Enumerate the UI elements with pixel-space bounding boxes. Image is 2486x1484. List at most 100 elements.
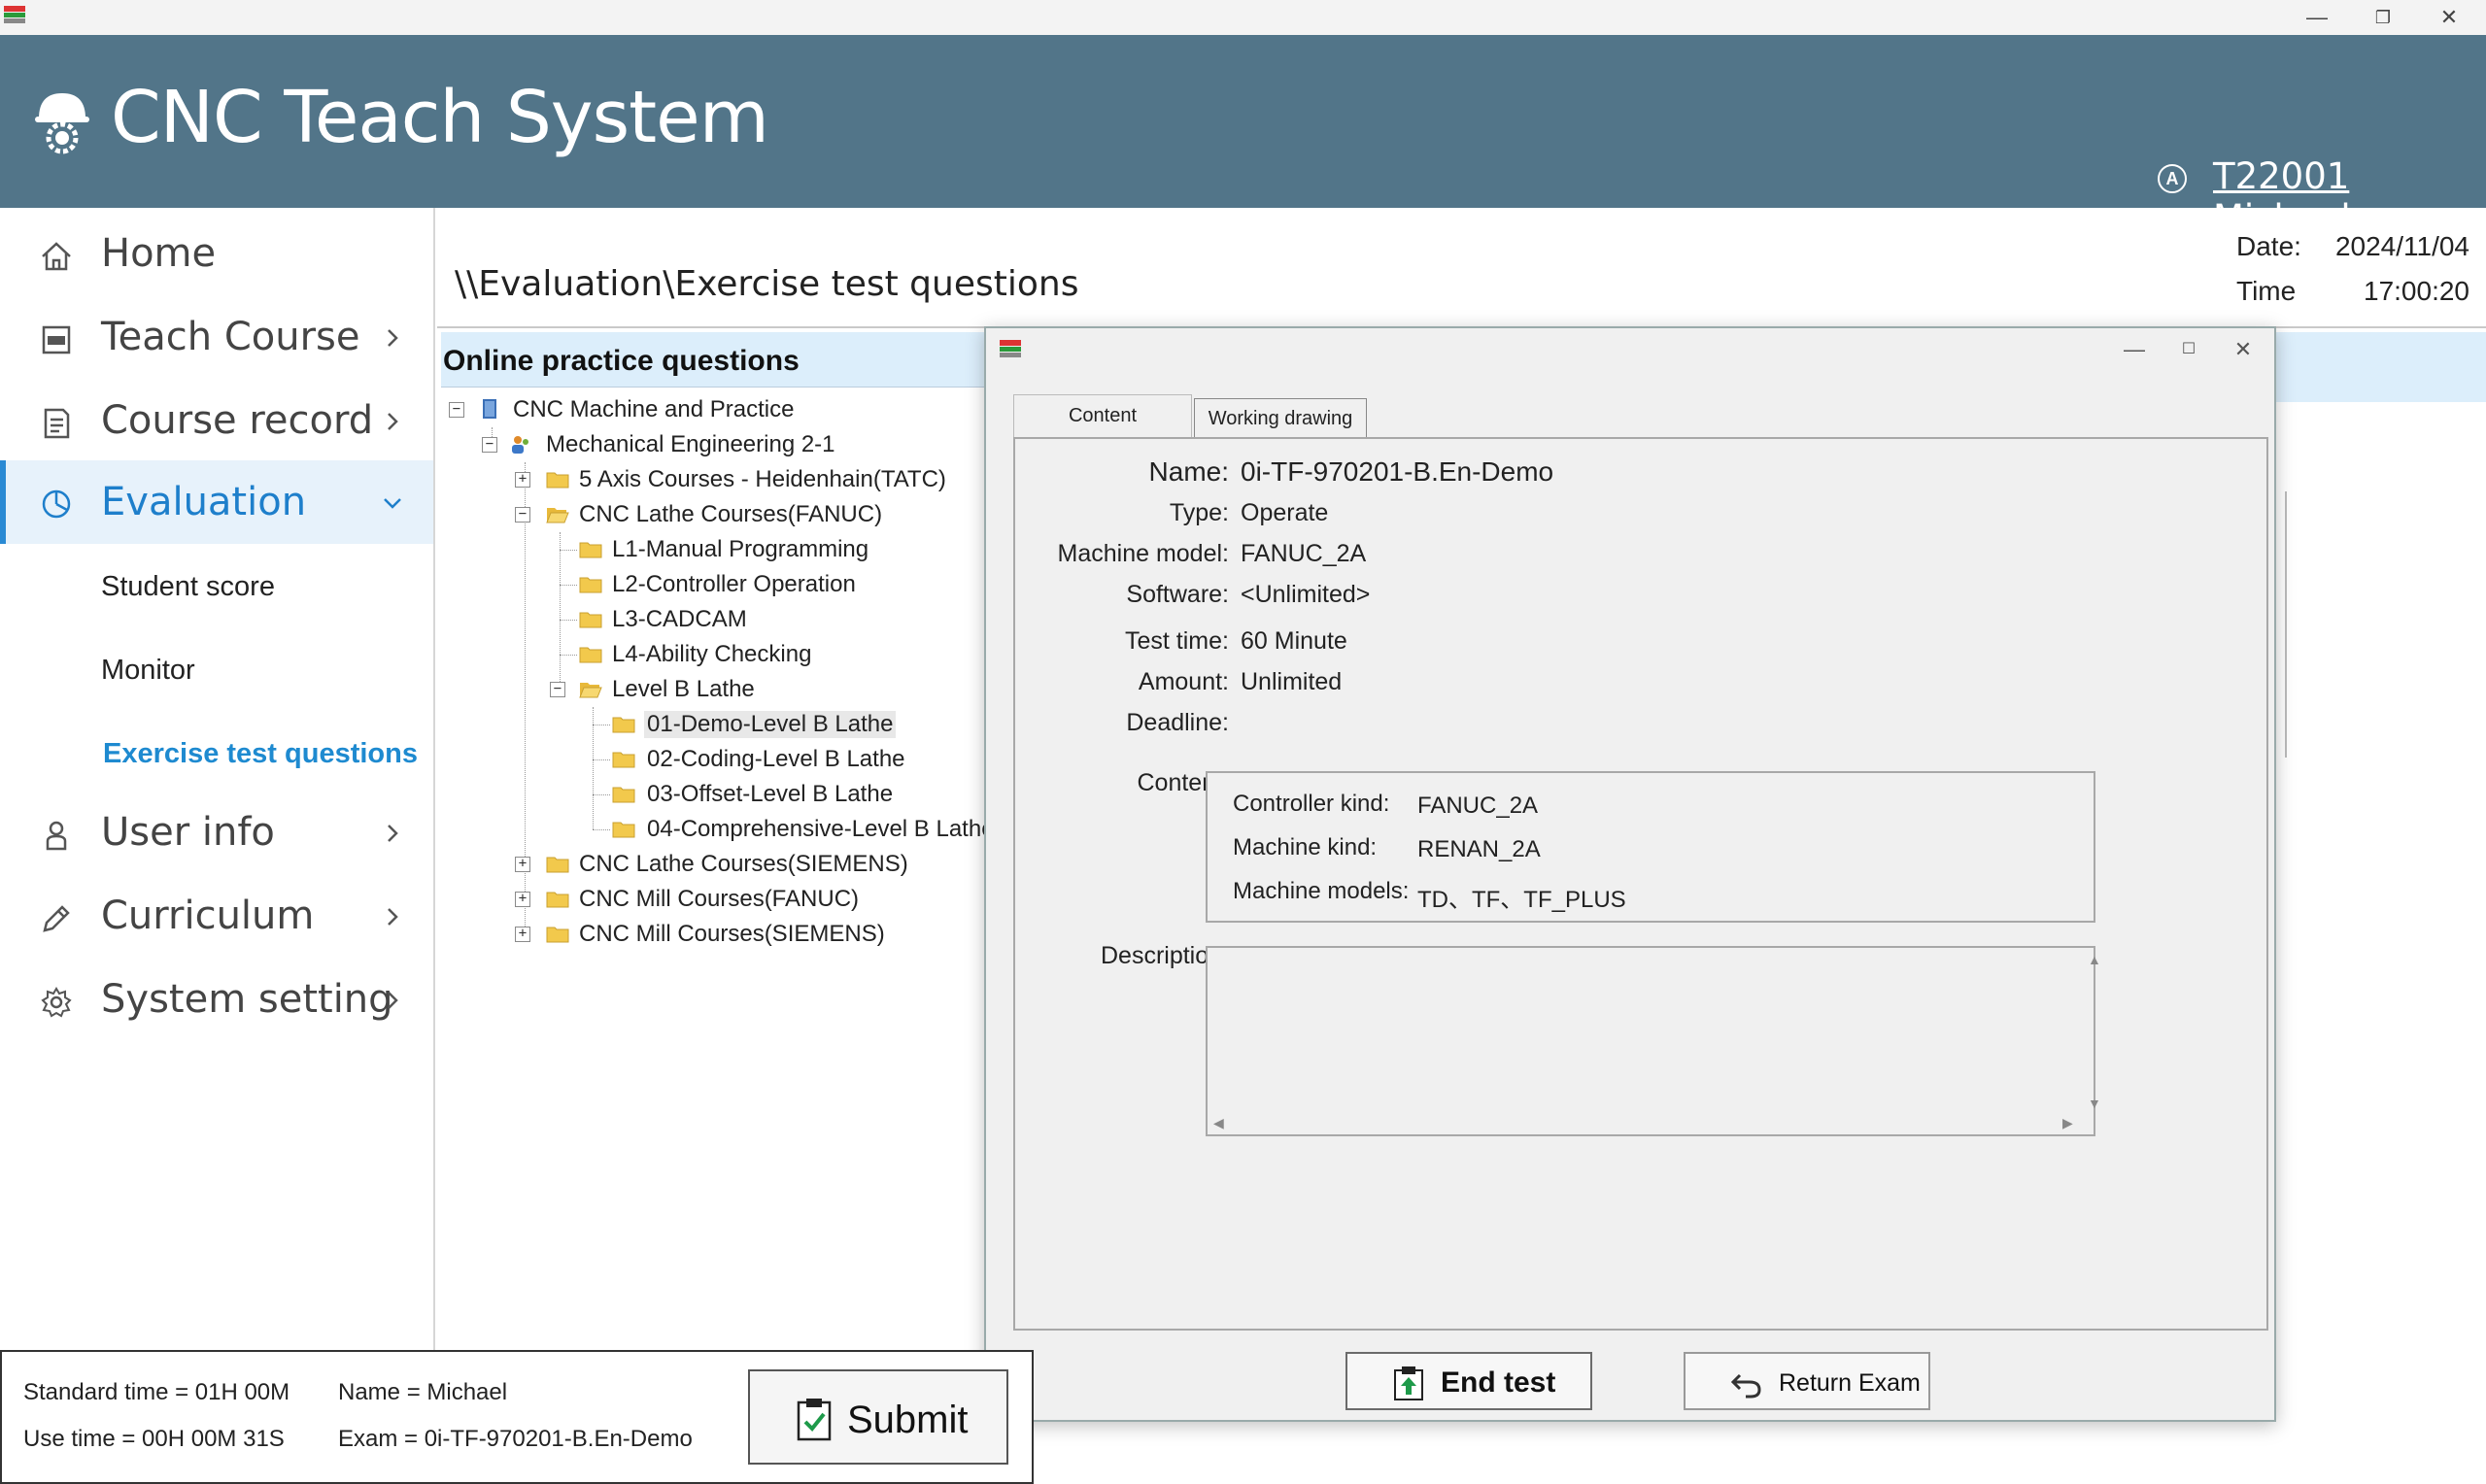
folder-icon [612, 787, 635, 803]
description-textarea[interactable] [1206, 946, 2095, 1136]
nav-label: Course record [101, 398, 374, 443]
sidebar: Home Teach Course Course record Evaluati… [0, 208, 435, 1350]
chevron-down-icon [384, 498, 401, 509]
nav-home[interactable]: Home [0, 216, 433, 293]
scroll-down-icon[interactable]: ▼ [2088, 1096, 2101, 1111]
book-icon [483, 399, 496, 419]
collapse-icon[interactable]: − [550, 682, 565, 697]
scroll-right-icon[interactable]: ▶ [2062, 1115, 2073, 1131]
dialog-minimize-button[interactable]: — [2107, 332, 2162, 367]
restore-button[interactable]: ❐ [2350, 0, 2416, 35]
divider [441, 387, 987, 388]
cnc-app-icon [4, 6, 25, 23]
home-icon [42, 242, 71, 271]
gear-icon [41, 987, 72, 1018]
helmet-logo-icon [35, 93, 89, 154]
folder-icon [579, 577, 602, 593]
machine-model-value: FANUC_2A [1241, 540, 1367, 567]
controller-kind-label: Controller kind: [1233, 791, 1390, 817]
subnav-monitor[interactable]: Monitor [101, 655, 195, 687]
chevron-right-icon [388, 992, 398, 1009]
nav-teach-course[interactable]: Teach Course [0, 299, 433, 377]
window-titlebar: — ❐ ✕ [0, 0, 2486, 35]
nav-label: Curriculum [101, 894, 315, 938]
nav-label: Home [101, 231, 217, 276]
type-value: Operate [1241, 499, 1329, 526]
nav-label: User info [101, 810, 275, 855]
pencil-icon [43, 905, 70, 932]
type-label: Type: [1169, 499, 1229, 526]
amount-value: Unlimited [1241, 668, 1343, 695]
dialog-close-button[interactable]: ✕ [2216, 332, 2270, 367]
close-button[interactable]: ✕ [2416, 0, 2482, 35]
subnav-student-score[interactable]: Student score [101, 571, 275, 603]
time-label: Time [2236, 276, 2297, 306]
breadcrumb: \\Evaluation\Exercise test questions [455, 264, 1079, 304]
pie-chart-icon [42, 489, 71, 519]
nav-label: Teach Course [101, 315, 360, 359]
content-label: Content: [1137, 769, 1229, 796]
folder-icon [612, 822, 635, 838]
group-icon [512, 436, 528, 454]
machine-models-value: TD、TF、TF_PLUS [1417, 887, 1626, 913]
test-time-value: 60 Minute [1241, 627, 1347, 655]
submit-button[interactable]: Submit [748, 1369, 1008, 1465]
nav-evaluation[interactable]: Evaluation [0, 460, 433, 544]
dialog-maximize-button[interactable]: ☐ [2162, 332, 2216, 367]
chevron-right-icon [388, 329, 398, 347]
user-name-link[interactable]: T22001 Michael [2213, 155, 2486, 239]
collapse-icon[interactable]: − [449, 402, 464, 418]
exam-name: Exam = 0i-TF-970201-B.En-Demo [338, 1426, 693, 1452]
expand-icon[interactable]: + [515, 927, 530, 942]
folder-icon [546, 892, 569, 908]
clipboard-check-icon [797, 1399, 832, 1441]
submit-label: Submit [847, 1399, 969, 1441]
chevron-right-icon [388, 825, 398, 842]
app-title: CNC Teach System [111, 76, 769, 159]
folder-open-icon [579, 683, 602, 698]
name-label: Name: [1148, 456, 1229, 487]
time-value: 17:00:20 [2364, 276, 2469, 306]
deadline-label: Deadline: [1126, 709, 1229, 736]
tree-panel-title: Online practice questions [443, 345, 800, 377]
folder-icon [546, 472, 569, 489]
nav-label: System setting [101, 977, 393, 1022]
horizontal-scrollbar[interactable]: ◀ ▶ [1208, 1113, 2086, 1134]
folder-icon [546, 857, 569, 873]
scroll-left-icon[interactable]: ◀ [1213, 1115, 1224, 1131]
end-test-label: End test [1441, 1366, 1556, 1399]
return-exam-button[interactable]: Return Exam [1684, 1352, 1930, 1410]
nav-user-info[interactable]: User info [0, 794, 433, 872]
nav-system-setting[interactable]: System setting [0, 961, 433, 1039]
chevron-right-icon [388, 413, 398, 430]
student-name: Name = Michael [338, 1379, 508, 1405]
name-value: 0i-TF-970201-B.En-Demo [1241, 456, 1554, 487]
nav-course-record[interactable]: Course record [0, 383, 433, 460]
software-value: <Unlimited> [1241, 581, 1371, 608]
document-icon [44, 408, 70, 439]
machine-model-label: Machine model: [1057, 540, 1229, 567]
folder-open-icon [546, 508, 569, 523]
expand-icon[interactable]: + [515, 857, 530, 872]
use-time: Use time = 00H 00M 31S [23, 1426, 285, 1452]
nav-curriculum[interactable]: Curriculum [0, 878, 433, 956]
content-box: Controller kind: FANUC_2A Machine kind: … [1206, 771, 2095, 923]
subnav-exercise-test-questions[interactable]: Exercise test questions [103, 738, 418, 770]
cnc-screen-icon [42, 325, 71, 354]
list-header-strip [2273, 332, 2486, 402]
tab-content[interactable]: Content [1013, 394, 1192, 437]
end-test-button[interactable]: End test [1345, 1352, 1592, 1410]
minimize-button[interactable]: — [2284, 0, 2350, 35]
nav-label: Evaluation [101, 480, 307, 524]
expand-icon[interactable]: + [515, 892, 530, 907]
collapse-icon[interactable]: − [515, 507, 530, 523]
collapse-icon[interactable]: − [482, 437, 497, 453]
expand-icon[interactable]: + [515, 472, 530, 488]
vertical-scrollbar[interactable]: ▲ ▼ [2084, 950, 2105, 1117]
tab-working-drawing[interactable]: Working drawing [1194, 398, 1367, 437]
scroll-up-icon[interactable]: ▲ [2088, 952, 2101, 967]
folder-icon [579, 612, 602, 628]
folder-icon [612, 752, 635, 768]
controller-kind-value: FANUC_2A [1417, 793, 1539, 819]
exam-status-panel: Standard time = 01H 00M Use time = 00H 0… [0, 1350, 1034, 1484]
